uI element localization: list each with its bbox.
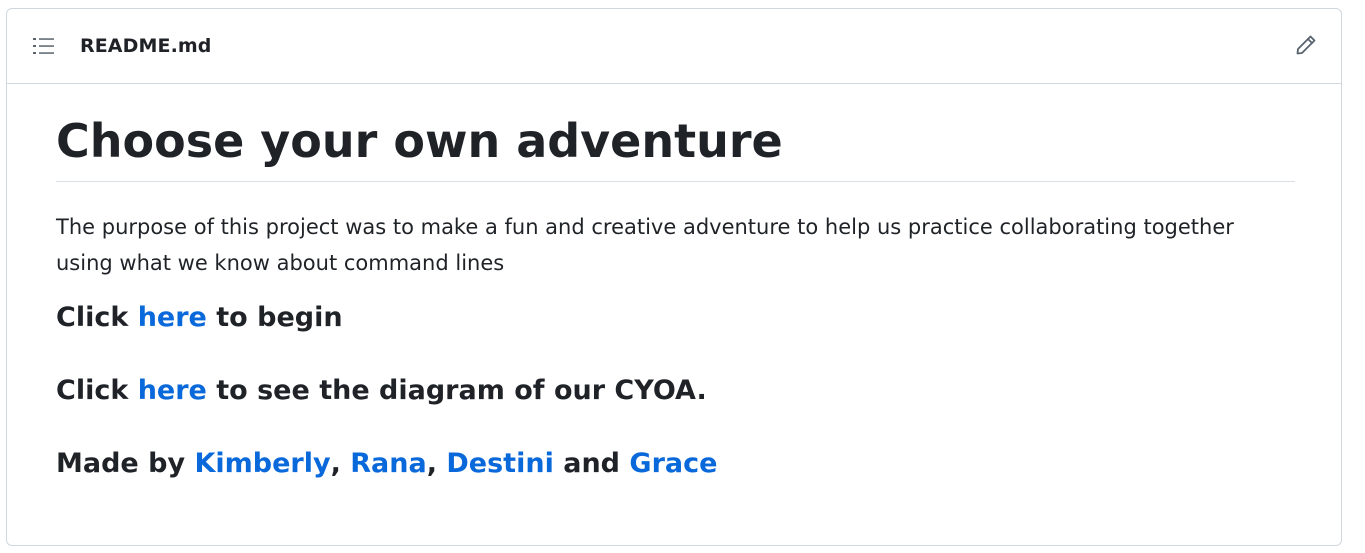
diagram-suffix: to see the diagram of our CYOA. (206, 375, 707, 406)
diagram-heading: Click here to see the diagram of our CYO… (56, 373, 1295, 409)
author-link-kimberly[interactable]: Kimberly (194, 448, 330, 479)
diagram-prefix: Click (56, 375, 138, 406)
authors-heading: Made by Kimberly, Rana, Destini and Grac… (56, 446, 1295, 482)
author-link-rana[interactable]: Rana (350, 448, 426, 479)
begin-link[interactable]: here (138, 302, 207, 333)
author-link-destini[interactable]: Destini (446, 448, 553, 479)
authors-separator: , (426, 448, 447, 479)
readme-title: Choose your own adventure (56, 84, 1295, 182)
project-description: The purpose of this project was to make … (56, 215, 1234, 275)
pencil-icon[interactable] (1294, 33, 1318, 57)
authors-prefix: Made by (56, 448, 195, 479)
authors-separator: and (553, 448, 630, 479)
diagram-link[interactable]: here (138, 375, 207, 406)
readme-header: README.md (7, 9, 1341, 84)
list-unordered-icon[interactable] (33, 36, 55, 56)
begin-prefix: Click (56, 302, 138, 333)
markdown-body: Choose your own adventure The purpose of… (56, 84, 1295, 482)
begin-suffix: to begin (206, 302, 343, 333)
readme-container: README.md Choose your own adventure The … (6, 8, 1342, 546)
file-name: README.md (80, 35, 212, 57)
begin-heading: Click here to begin (56, 300, 1295, 336)
authors-separator: , (330, 448, 351, 479)
author-link-grace[interactable]: Grace (629, 448, 717, 479)
